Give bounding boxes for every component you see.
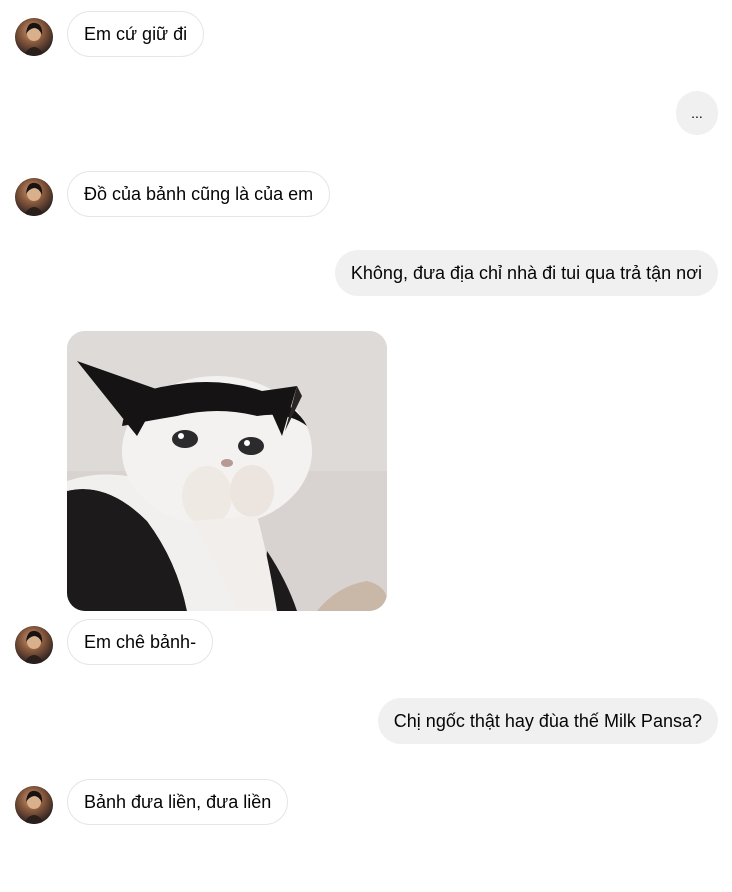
- message-bubble-outgoing[interactable]: ...: [676, 91, 718, 135]
- message-bubble-incoming[interactable]: Em chê bảnh-: [67, 619, 214, 665]
- contact-avatar[interactable]: [15, 786, 53, 824]
- contact-avatar[interactable]: [15, 18, 53, 56]
- message-bubble-incoming[interactable]: Em cứ giữ đi: [67, 11, 205, 57]
- message-bubble-outgoing[interactable]: Chị ngốc thật hay đùa thế Milk Pansa?: [377, 698, 718, 744]
- cat-sticker-image[interactable]: [67, 331, 387, 611]
- message-bubble-incoming[interactable]: Bảnh đưa liền, đưa liền: [67, 779, 289, 825]
- contact-avatar[interactable]: [15, 626, 53, 664]
- message-bubble-outgoing[interactable]: Không, đưa địa chỉ nhà đi tui qua trả tậ…: [334, 250, 718, 296]
- message-bubble-incoming[interactable]: Đồ của bảnh cũng là của em: [67, 171, 331, 217]
- contact-avatar[interactable]: [15, 178, 53, 216]
